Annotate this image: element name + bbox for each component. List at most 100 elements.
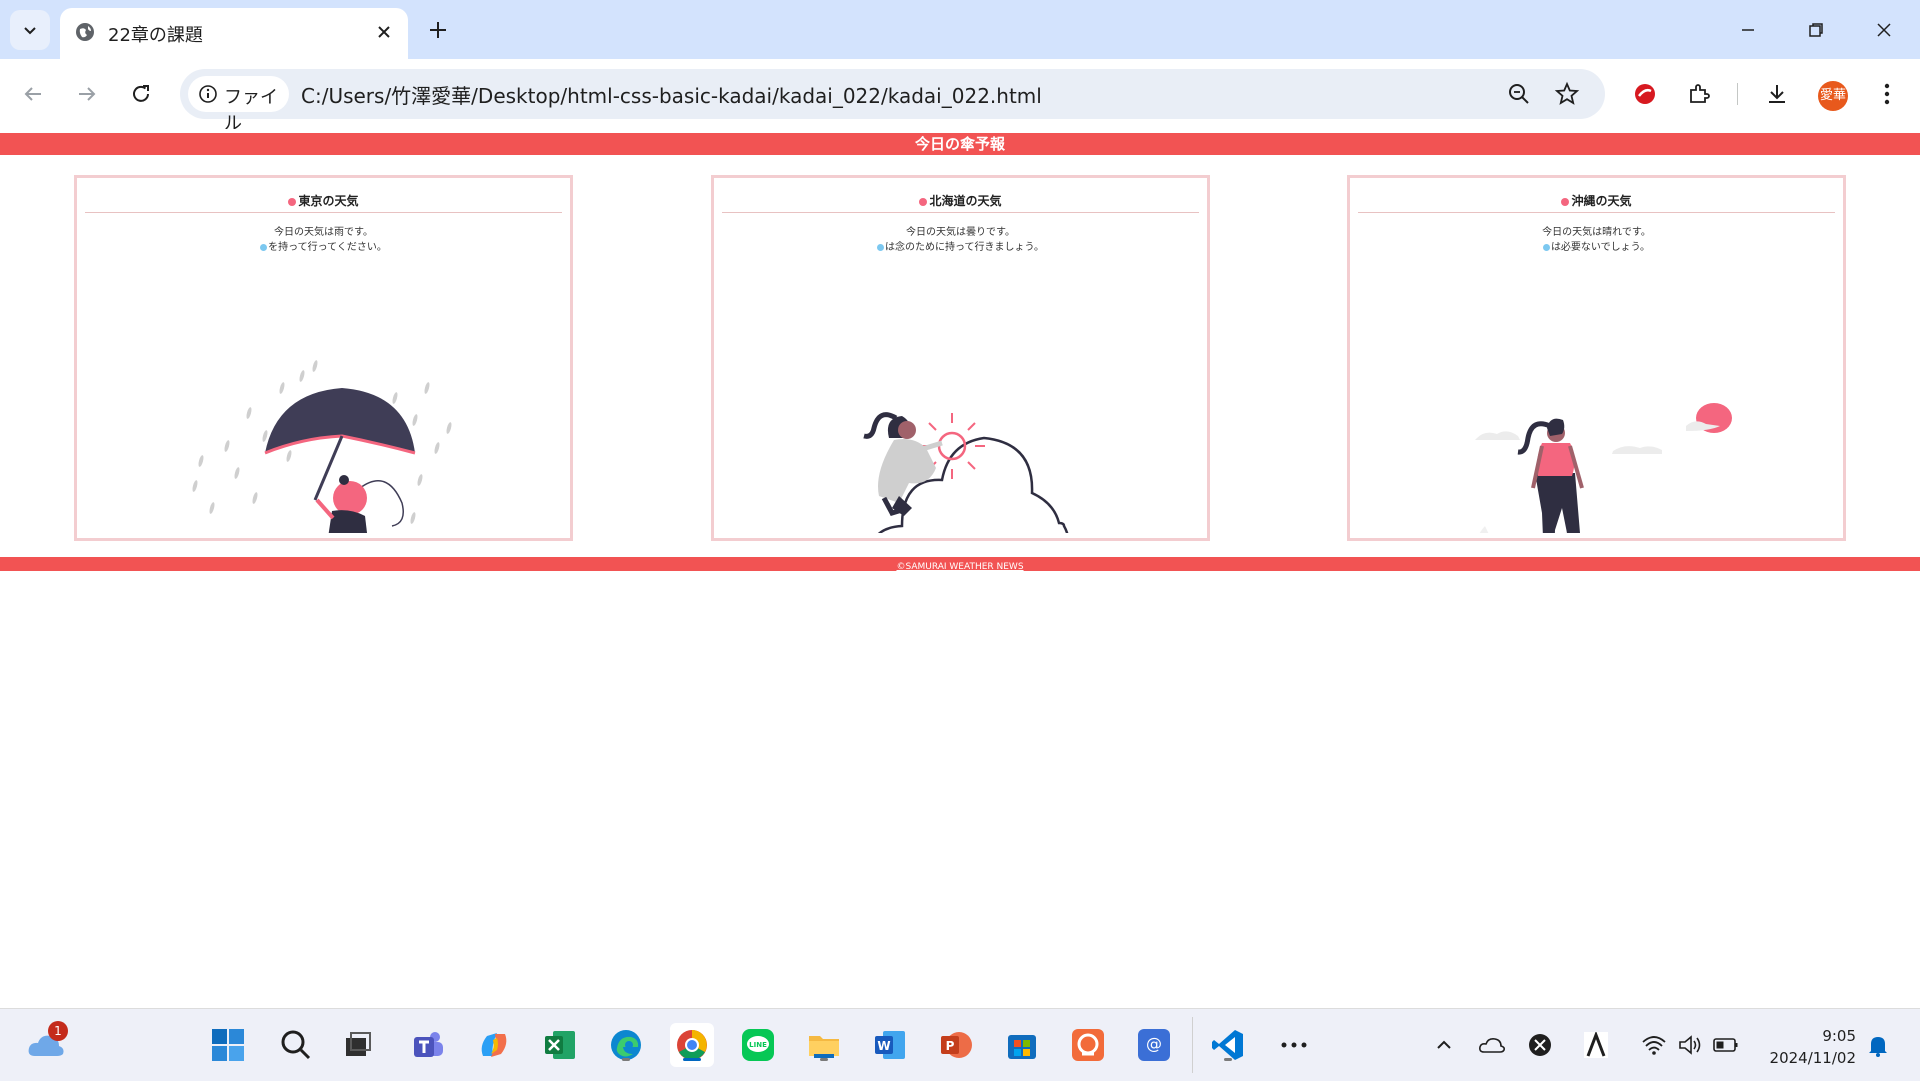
chrome-icon — [677, 1030, 707, 1060]
arrow-left-icon — [24, 87, 41, 101]
card-text-line2-text: は念のために持って行きましょう。 — [885, 242, 1044, 253]
card-divider — [85, 212, 562, 213]
url-text[interactable]: C:/Users/竹澤愛華/Desktop/html-css-basic-kad… — [301, 80, 1042, 109]
card-text: 今日の天気は雨です。 を持って行ってください。 — [77, 225, 570, 255]
onedrive-cloud-icon — [1479, 1038, 1505, 1053]
tab-title: 22章の課題 — [108, 25, 203, 46]
copilot-app[interactable] — [472, 1023, 516, 1067]
page-footer: ©SAMURAI WEATHER NEWS — [0, 557, 1920, 572]
reload-button[interactable] — [126, 79, 156, 109]
excel-icon — [545, 1031, 575, 1059]
card-title: 東京の天気 — [77, 192, 570, 209]
notifications-button[interactable] — [1864, 1031, 1892, 1059]
browser-tab[interactable]: 22章の課題 — [60, 8, 408, 59]
card-text: 今日の天気は曇りです。 は念のために持って行きましょう。 — [714, 225, 1207, 255]
chrome-app[interactable] — [670, 1023, 714, 1067]
more-horizontal-icon — [1281, 1042, 1307, 1048]
search-button[interactable] — [274, 1023, 318, 1067]
excel-app[interactable] — [538, 1023, 582, 1067]
ime-tray[interactable] — [1582, 1031, 1610, 1059]
card-title: 沖縄の天気 — [1350, 192, 1843, 209]
svg-text:W: W — [877, 1039, 890, 1053]
edge-icon — [611, 1030, 641, 1060]
folder-icon — [809, 1036, 839, 1058]
clock-date: 2024/11/02 — [1769, 1049, 1856, 1067]
taskbar-divider — [1192, 1017, 1193, 1073]
forward-button[interactable] — [72, 79, 102, 109]
word-app[interactable]: W — [868, 1023, 912, 1067]
restore-button[interactable] — [1798, 12, 1834, 48]
start-button[interactable] — [206, 1023, 250, 1067]
close-icon — [1877, 23, 1891, 37]
running-indicator — [820, 1058, 828, 1061]
mail-at-icon: @ — [1138, 1029, 1170, 1061]
umbrella-icon — [877, 243, 885, 251]
task-view-button[interactable] — [336, 1023, 380, 1067]
powerpoint-app[interactable]: P — [934, 1023, 978, 1067]
ime-a-icon — [1584, 1032, 1608, 1058]
store-app[interactable] — [1000, 1023, 1044, 1067]
toolbar-divider — [1737, 83, 1738, 105]
browser-toolbar: ファイル C:/Users/竹澤愛華/Desktop/html-css-basi… — [0, 59, 1920, 134]
speaker-icon — [1679, 1035, 1701, 1055]
weather-card-okinawa: 沖縄の天気 今日の天気は晴れです。 は必要ないでしょう。 — [1347, 175, 1846, 541]
star-icon[interactable] — [1553, 80, 1581, 108]
card-divider — [722, 212, 1199, 213]
mail-menu-app[interactable]: @ — [1132, 1023, 1176, 1067]
bullet-icon — [919, 197, 928, 206]
umbrella-icon — [1542, 243, 1550, 251]
edge-app[interactable] — [604, 1023, 648, 1067]
onedrive-tray[interactable] — [1478, 1031, 1506, 1059]
restore-icon — [1809, 23, 1823, 37]
card-title: 北海道の天気 — [714, 192, 1207, 209]
profile-avatar[interactable]: 愛華 — [1818, 81, 1848, 111]
bell-icon — [1869, 1037, 1887, 1057]
hidden-icons-button[interactable] — [1430, 1031, 1458, 1059]
minimize-button[interactable] — [1730, 12, 1766, 48]
svg-text:LINE: LINE — [749, 1041, 767, 1049]
search-icon — [281, 1030, 311, 1060]
minimize-icon — [1742, 29, 1754, 31]
copyright-link[interactable]: ©SAMURAI WEATHER NEWS — [896, 562, 1023, 572]
menu-button[interactable] — [1872, 79, 1902, 109]
running-indicator — [1224, 1058, 1232, 1061]
card-text-line2-text: は必要ないでしょう。 — [1550, 242, 1651, 253]
app-tray-x[interactable] — [1526, 1031, 1554, 1059]
card-title-text: 北海道の天気 — [929, 194, 1002, 208]
wifi-tray[interactable] — [1640, 1031, 1668, 1059]
site-info-chip[interactable]: ファイル — [188, 76, 289, 134]
battery-tray[interactable] — [1712, 1031, 1740, 1059]
new-tab-icon[interactable] — [424, 16, 452, 44]
clock-time: 9:05 — [1822, 1027, 1856, 1045]
card-text-line1: 今日の天気は雨です。 — [274, 227, 373, 238]
sunny-walk-illustration — [1475, 403, 1732, 533]
tab-search-button[interactable] — [10, 10, 50, 50]
close-window-button[interactable] — [1866, 12, 1902, 48]
teams-app[interactable] — [406, 1023, 450, 1067]
store-icon — [1008, 1035, 1036, 1059]
tool-app[interactable] — [1066, 1023, 1110, 1067]
close-tab-icon[interactable] — [372, 20, 396, 44]
active-indicator — [683, 1058, 701, 1061]
line-icon: LINE — [742, 1029, 774, 1061]
back-button[interactable] — [18, 79, 48, 109]
line-app[interactable]: LINE — [736, 1023, 780, 1067]
copilot-icon — [481, 1033, 507, 1057]
address-bar[interactable]: ファイル C:/Users/竹澤愛華/Desktop/html-css-basi… — [180, 69, 1605, 134]
volume-tray[interactable] — [1676, 1031, 1704, 1059]
card-title-text: 沖縄の天気 — [1571, 194, 1632, 208]
vscode-app[interactable] — [1206, 1023, 1250, 1067]
task-view-icon — [346, 1032, 371, 1056]
download-icon — [1769, 85, 1785, 103]
card-title-text: 東京の天気 — [298, 194, 359, 208]
downloads-button[interactable] — [1762, 79, 1792, 109]
more-apps-button[interactable] — [1272, 1023, 1316, 1067]
zoom-icon[interactable] — [1505, 80, 1533, 108]
file-explorer-app[interactable] — [802, 1023, 846, 1067]
bullet-icon — [288, 197, 297, 206]
clock[interactable]: 9:05 2024/11/02 — [1756, 1025, 1856, 1069]
svg-text:P: P — [946, 1039, 955, 1053]
weather-card-tokyo: 東京の天気 今日の天気は雨です。 を持って行ってください。 — [74, 175, 573, 541]
extension-trendmicro-button[interactable] — [1630, 79, 1660, 109]
extensions-button[interactable] — [1684, 79, 1714, 109]
